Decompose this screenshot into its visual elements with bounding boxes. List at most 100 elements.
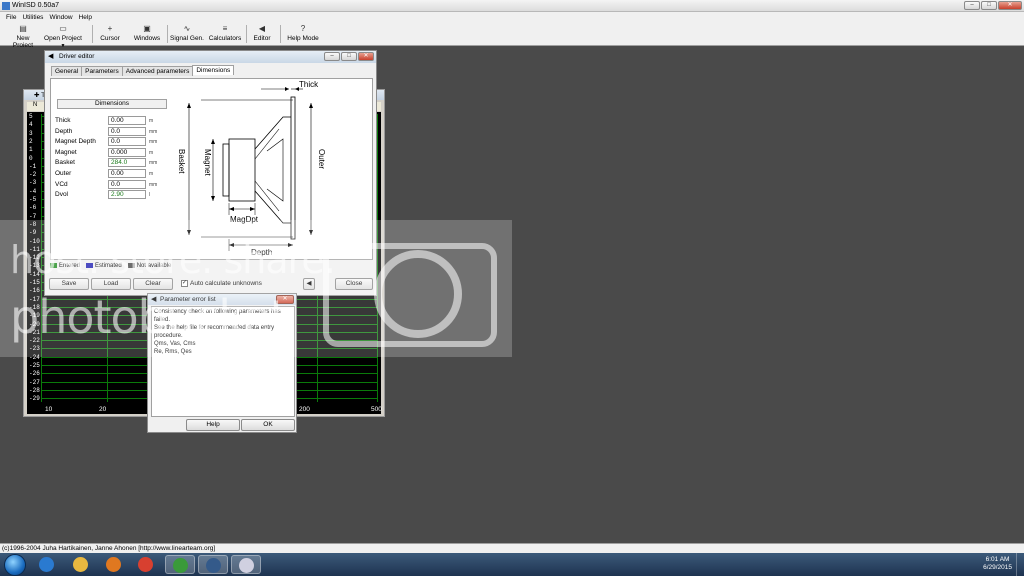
paint-icon [239, 558, 254, 573]
label-outer: Outer [317, 149, 326, 169]
sine-wave-icon: ∿ [183, 24, 191, 33]
field-row-vcd: VCd 0.0 mm [55, 179, 165, 190]
speaker-icon: ◀ [48, 53, 54, 60]
ok-button[interactable]: OK [241, 419, 295, 431]
y-tick-label: -1 [29, 162, 37, 170]
clock[interactable]: 6:01 AM 6/29/2015 [983, 556, 1012, 572]
field-label: Dvol [55, 191, 69, 199]
field-label: Magnet [55, 148, 77, 156]
media-player-icon [106, 557, 121, 572]
watermark-line2: photobucket [10, 290, 288, 344]
tab-dimensions[interactable]: Dimensions [192, 65, 235, 75]
y-tick-label: -25 [29, 362, 40, 369]
windows-icon: ▣ [143, 24, 151, 33]
field-unit: m [149, 171, 154, 177]
open-project-button[interactable]: ▭ Open Project ▼ [43, 24, 83, 49]
cursor-button[interactable]: + Cursor [97, 24, 123, 44]
field-unit: m [149, 149, 154, 156]
field-input[interactable]: 0.00 [108, 169, 146, 178]
maximize-button[interactable]: □ [981, 1, 997, 10]
y-tick-label: -6 [29, 204, 37, 212]
globe-icon [173, 558, 188, 573]
taskbar-button[interactable] [165, 555, 195, 574]
field-label: Outer [55, 170, 72, 177]
help-button[interactable]: Help [186, 419, 240, 431]
driver-editor-title-bar[interactable]: ◀ Driver editor – □ ✕ [45, 51, 376, 63]
field-unit: mm [149, 160, 158, 167]
field-row-dvol: Dvol 2.90 l [55, 190, 165, 200]
help-mode-button[interactable]: ? Help Mode [286, 24, 320, 44]
status-bar: (c)1996-2004 Juha Hartikainen, Janne Aho… [0, 543, 1024, 553]
close-button[interactable]: ✕ [998, 1, 1022, 10]
taskbar-button[interactable] [131, 555, 161, 574]
dialog-maximize-button[interactable]: □ [341, 52, 357, 61]
label-basket: Basket [177, 149, 186, 174]
y-tick-label: -27 [29, 378, 40, 386]
taskbar-button[interactable] [32, 555, 62, 574]
y-tick-label: -26 [29, 370, 40, 378]
field-label: VCd [55, 180, 68, 188]
system-tray: 6:01 AM 6/29/2015 [904, 553, 1024, 576]
toolbar: ▤ New Project ▭ Open Project ▼ + Cursor … [0, 22, 1024, 49]
field-input[interactable]: 284.0 [108, 158, 146, 168]
field-input[interactable]: 0.0 [108, 126, 146, 136]
dialog-close-button[interactable]: ✕ [358, 52, 374, 61]
field-label: Thick [55, 117, 71, 124]
field-input[interactable]: 0.0 [108, 179, 146, 189]
start-button-icon[interactable] [4, 554, 26, 576]
menu-utilities[interactable]: Utilities [22, 14, 43, 21]
field-unit: mm [149, 181, 158, 188]
new-project-button[interactable]: ▤ New Project [6, 24, 40, 49]
menu-file[interactable]: File [6, 14, 16, 21]
explorer-icon [73, 557, 88, 572]
field-row-magnet: Magnet 0.000 m [55, 147, 165, 158]
photobucket-watermark: host. store. share. photobucket [0, 220, 512, 357]
taskbar-button[interactable] [198, 555, 228, 574]
new-project-icon: ▤ [19, 24, 27, 33]
calculators-button[interactable]: ≡ Calculators [207, 24, 243, 44]
question-icon: ? [300, 24, 306, 33]
taskbar-button[interactable] [99, 555, 129, 574]
taskbar-button[interactable] [66, 555, 96, 574]
y-tick-label: -7 [29, 212, 37, 220]
label-magnet: Magnet [203, 149, 212, 176]
tab-general[interactable]: General [51, 66, 83, 76]
windows-button[interactable]: ▣ Windows [132, 24, 162, 44]
camera-icon [323, 231, 497, 347]
crosshair-icon: + [107, 24, 113, 33]
field-input[interactable]: 0.000 [108, 147, 146, 157]
y-tick-label: -2 [29, 171, 37, 179]
ie-icon [39, 557, 54, 572]
x-tick-label: 200 [299, 406, 310, 413]
dialog-minimize-button[interactable]: – [324, 52, 340, 61]
signal-gen-button[interactable]: ∿ Signal Gen. [170, 24, 204, 44]
taskbar-button[interactable] [231, 555, 261, 574]
driver-editor-tabs: General Parameters Advanced parameters D… [51, 65, 235, 76]
y-tick-label: -4 [29, 187, 37, 195]
field-input[interactable]: 0.00 [108, 116, 146, 125]
show-desktop-button[interactable] [1016, 553, 1024, 576]
y-tick-label: 2 [29, 137, 33, 145]
label-thick: Thick [299, 80, 319, 89]
field-unit: m [149, 118, 154, 124]
tab-parameters[interactable]: Parameters [81, 66, 123, 76]
y-tick-label: 1 [29, 146, 33, 154]
editor-button[interactable]: ◀ Editor [250, 24, 274, 44]
x-tick-label: 500 [371, 406, 382, 413]
y-tick-label: 3 [29, 129, 33, 137]
field-unit: mm [149, 139, 158, 146]
speaker-icon: ◀ [258, 24, 266, 33]
menu-help[interactable]: Help [79, 14, 92, 21]
field-input[interactable]: 2.90 [108, 190, 146, 200]
app-title-bar: WinISD 0.50a7 – □ ✕ [0, 0, 1024, 12]
chrome-icon [138, 557, 153, 572]
field-input[interactable]: 0.0 [108, 137, 146, 147]
winisd-app-icon [2, 2, 10, 10]
minimize-button[interactable]: – [964, 1, 980, 10]
field-row-thick: Thick 0.00 m [55, 116, 165, 126]
menu-window[interactable]: Window [49, 14, 72, 21]
tab-advanced-parameters[interactable]: Advanced parameters [121, 66, 194, 76]
watermark-line1: host. store. share. [10, 238, 336, 282]
winisd-icon [206, 558, 221, 573]
y-tick-label: 4 [29, 121, 33, 129]
